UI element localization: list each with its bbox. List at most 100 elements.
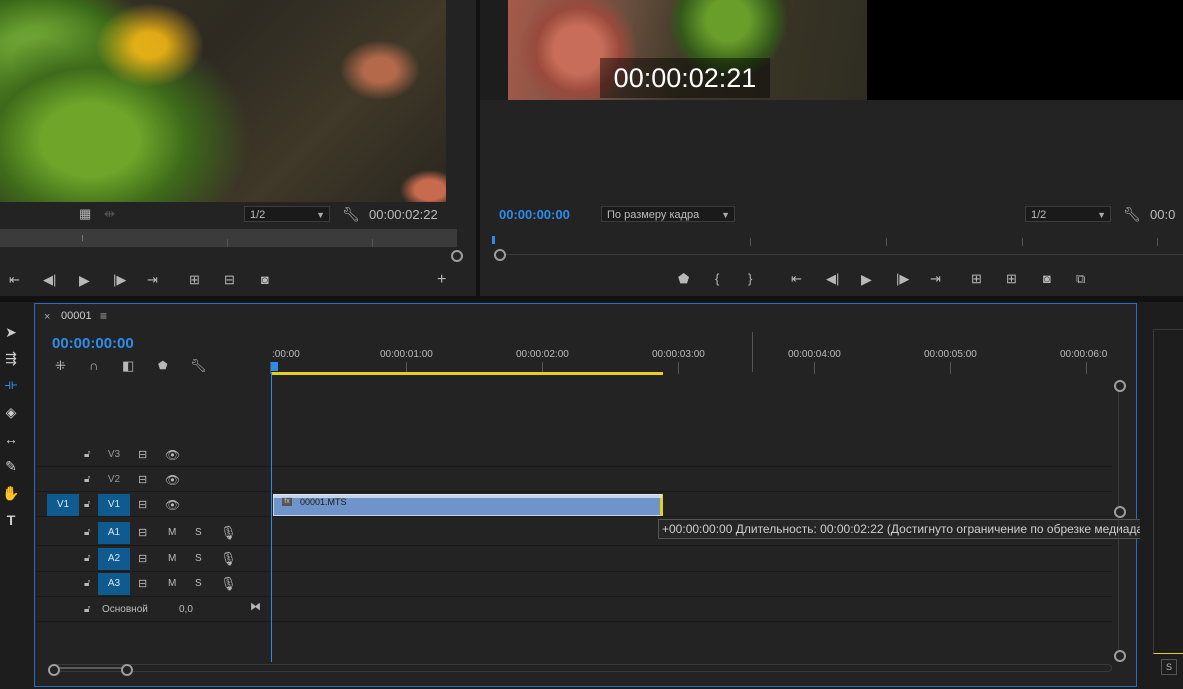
lock-icon[interactable]: 🔓︎	[84, 602, 90, 618]
film-strip-icon[interactable]: ▦	[79, 206, 91, 222]
track-target-v1[interactable]: V1	[98, 494, 130, 516]
add-button-icon[interactable]: +	[437, 272, 446, 288]
timeline-timecode[interactable]: 00:00:00:00	[52, 335, 134, 352]
h-scrollbar[interactable]	[52, 664, 1112, 672]
lock-icon[interactable]: 🔓︎	[84, 551, 90, 567]
selection-tool-icon[interactable]: ➤	[0, 322, 22, 342]
sync-icon[interactable]: ⊟	[138, 447, 147, 463]
insert-icon[interactable]: ⊞	[189, 272, 200, 288]
step-back-icon[interactable]: ◀|	[43, 272, 56, 288]
program-ruler[interactable]	[492, 236, 1183, 248]
microphone-icon[interactable]: 🎙︎	[220, 576, 237, 592]
drag-audio-icon[interactable]: ⇹	[104, 206, 115, 222]
overwrite-icon[interactable]: ⊟	[224, 272, 235, 288]
step-forward-icon[interactable]: |▶	[113, 272, 126, 288]
playhead-line[interactable]	[271, 372, 272, 662]
ripple-edit-icon[interactable]: ⟛	[0, 374, 22, 394]
type-icon[interactable]: T	[0, 510, 22, 530]
track-target-a1[interactable]: A1	[98, 522, 130, 544]
h-scroll-left-handle[interactable]	[48, 664, 60, 676]
sync-icon[interactable]: ⊟	[138, 576, 147, 592]
eye-icon[interactable]: 👁︎	[165, 497, 180, 513]
camera-icon[interactable]: ◙	[1043, 271, 1051, 287]
step-back-icon[interactable]: ◀|	[826, 271, 839, 287]
mute-button[interactable]: M	[168, 527, 176, 538]
go-to-edit-icon[interactable]: ⧓	[250, 599, 261, 615]
meter-solo-button[interactable]: S	[1161, 659, 1177, 675]
source-patch-v1[interactable]: V1	[47, 494, 79, 516]
lock-icon[interactable]: 🔓︎	[84, 576, 90, 592]
source-resolution-select[interactable]: 1/2 ▼	[244, 206, 330, 222]
wrench-icon[interactable]: 🔧︎	[190, 358, 207, 374]
sync-icon[interactable]: ⊟	[138, 551, 147, 567]
v-scroll-top-handle[interactable]	[1114, 380, 1126, 392]
go-to-out-icon[interactable]: ⇥	[930, 271, 941, 287]
lock-icon[interactable]: 🔓︎	[84, 447, 90, 463]
add-marker-icon[interactable]: ⬟	[158, 358, 168, 374]
slip-icon[interactable]: ↔	[0, 429, 22, 449]
track-body[interactable]	[272, 468, 1112, 491]
razor-icon[interactable]: ◈	[0, 402, 22, 422]
h-scroll-right-handle[interactable]	[121, 664, 133, 676]
zoom-select[interactable]: По размеру кадра ▼	[601, 206, 735, 222]
close-tab-icon[interactable]: ×	[44, 311, 50, 323]
track-body[interactable]	[272, 572, 1112, 596]
track-target-v2[interactable]: V2	[98, 469, 130, 491]
play-icon[interactable]: ▶	[861, 271, 872, 287]
linked-selection-icon[interactable]: ◧	[122, 358, 134, 374]
microphone-icon[interactable]: 🎙︎	[220, 551, 237, 567]
solo-button[interactable]: S	[195, 578, 202, 589]
go-to-in-icon[interactable]: ⇤	[791, 271, 802, 287]
lift-icon[interactable]: ⊞	[971, 271, 982, 287]
v-scroll-mid-handle[interactable]	[1114, 506, 1126, 518]
program-zoom-handle[interactable]	[494, 249, 506, 261]
pen-icon[interactable]: ✎	[0, 456, 22, 476]
mark-out-icon[interactable]: }	[748, 271, 752, 287]
play-icon[interactable]: ▶	[79, 272, 90, 288]
go-to-in-icon[interactable]: ⇤	[9, 272, 20, 288]
track-select-icon[interactable]: ⇶	[0, 348, 22, 368]
camera-icon[interactable]: ◙	[261, 272, 269, 288]
wrench-icon[interactable]: 🔧︎	[1123, 206, 1141, 222]
hand-icon[interactable]: ✋	[0, 483, 22, 503]
master-volume-value[interactable]: 0,0	[179, 604, 193, 615]
track-target-a3[interactable]: A3	[98, 573, 130, 595]
extract-icon[interactable]: ⊞	[1006, 271, 1017, 287]
v-scroll-bottom-handle[interactable]	[1114, 650, 1126, 662]
panel-divider-horizontal[interactable]	[0, 296, 1183, 302]
sync-icon[interactable]: ⊟	[138, 525, 147, 541]
solo-button[interactable]: S	[195, 553, 202, 564]
microphone-icon[interactable]: 🎙︎	[220, 525, 237, 541]
playhead-handle[interactable]	[271, 362, 278, 371]
track-body[interactable]	[272, 443, 1112, 466]
timeline-tab[interactable]: 00001	[61, 310, 92, 322]
track-body[interactable]	[272, 547, 1112, 571]
program-timecode[interactable]: 00:00:00:00	[499, 207, 570, 222]
eye-icon[interactable]: 👁︎	[165, 472, 180, 488]
lock-icon[interactable]: 🔓︎	[84, 525, 90, 541]
program-resolution-select[interactable]: 1/2 ▼	[1025, 206, 1111, 222]
nest-sequence-icon[interactable]: ⁜	[55, 358, 66, 374]
source-ruler[interactable]	[0, 229, 457, 247]
sync-icon[interactable]: ⊟	[138, 472, 147, 488]
track-target-v3[interactable]: V3	[98, 444, 130, 466]
sync-icon[interactable]: ⊟	[138, 497, 147, 513]
time-ruler[interactable]: :00:00 00:00:01:00 00:00:02:00 00:00:03:…	[270, 332, 1113, 376]
lock-icon[interactable]: 🔓︎	[84, 497, 90, 513]
marker-icon[interactable]: ⬟	[678, 271, 689, 287]
compare-view-icon[interactable]: ⧉	[1076, 271, 1085, 287]
wrench-icon[interactable]: 🔧︎	[342, 206, 360, 222]
track-body[interactable]	[272, 598, 1112, 621]
mark-in-icon[interactable]: {	[715, 271, 719, 287]
work-area-bar[interactable]	[271, 372, 663, 375]
source-zoom-handle[interactable]	[451, 250, 463, 262]
mute-button[interactable]: M	[168, 578, 176, 589]
mute-button[interactable]: M	[168, 553, 176, 564]
track-target-a2[interactable]: A2	[98, 548, 130, 570]
step-forward-icon[interactable]: |▶	[896, 271, 909, 287]
solo-button[interactable]: S	[195, 527, 202, 538]
go-to-out-icon[interactable]: ⇥	[147, 272, 158, 288]
snap-icon[interactable]: ∩	[89, 358, 98, 374]
lock-icon[interactable]: 🔓︎	[84, 472, 90, 488]
eye-icon[interactable]: 👁︎	[165, 447, 180, 463]
